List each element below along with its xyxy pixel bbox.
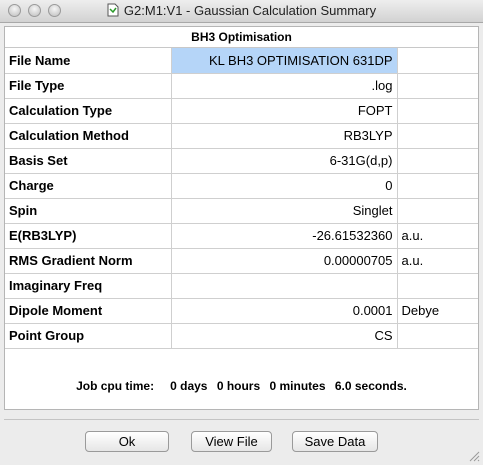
table-row: File Name KL BH3 OPTIMISATION 631DP xyxy=(5,48,478,74)
row-value[interactable]: Singlet xyxy=(171,198,398,224)
table-row: Basis Set 6-31G(d,p) xyxy=(5,148,478,174)
row-label: RMS Gradient Norm xyxy=(5,248,172,274)
view-file-button[interactable]: View File xyxy=(191,431,272,452)
table-row: Spin Singlet xyxy=(5,198,478,224)
row-label: Calculation Method xyxy=(5,123,172,149)
row-unit xyxy=(397,48,478,74)
row-unit xyxy=(397,323,478,349)
row-label: Calculation Type xyxy=(5,98,172,124)
row-label: Point Group xyxy=(5,323,172,349)
row-value[interactable]: 0.0001 xyxy=(171,298,398,324)
table-row: Point Group CS xyxy=(5,323,478,349)
row-value[interactable]: 6-31G(d,p) xyxy=(171,148,398,174)
file-name-value[interactable]: KL BH3 OPTIMISATION 631DP xyxy=(171,48,398,74)
cpu-time-line: Job cpu time: 0 days 0 hours 0 minutes 6… xyxy=(5,379,478,393)
row-label: File Type xyxy=(5,73,172,99)
summary-table: File Name KL BH3 OPTIMISATION 631DP File… xyxy=(5,48,478,349)
row-label: Imaginary Freq xyxy=(5,273,172,299)
row-label: Spin xyxy=(5,198,172,224)
window-title: G2:M1:V1 - Gaussian Calculation Summary xyxy=(123,3,377,18)
cpu-minutes: 0 minutes xyxy=(269,379,326,393)
document-icon xyxy=(107,3,119,17)
row-label: E(RB3LYP) xyxy=(5,223,172,249)
resize-grip-icon[interactable] xyxy=(468,450,480,462)
row-unit xyxy=(397,123,478,149)
table-row: Calculation Method RB3LYP xyxy=(5,123,478,149)
row-value[interactable]: CS xyxy=(171,323,398,349)
row-value[interactable]: .log xyxy=(171,73,398,99)
row-value[interactable]: 0.00000705 xyxy=(171,248,398,274)
table-row: RMS Gradient Norm 0.00000705 a.u. xyxy=(5,248,478,274)
row-value[interactable]: -26.61532360 xyxy=(171,223,398,249)
row-value[interactable]: 0 xyxy=(171,173,398,199)
divider xyxy=(4,419,479,420)
row-unit: Debye xyxy=(397,298,478,324)
row-unit xyxy=(397,273,478,299)
row-unit xyxy=(397,73,478,99)
table-row: Charge 0 xyxy=(5,173,478,199)
table-row: Calculation Type FOPT xyxy=(5,98,478,124)
row-value[interactable]: RB3LYP xyxy=(171,123,398,149)
summary-panel: BH3 Optimisation File Name KL BH3 OPTIMI… xyxy=(4,26,479,410)
window-title-group: G2:M1:V1 - Gaussian Calculation Summary xyxy=(0,3,483,18)
table-row: File Type .log xyxy=(5,73,478,99)
row-label: Charge xyxy=(5,173,172,199)
ok-button[interactable]: Ok xyxy=(85,431,169,452)
cpu-time-label: Job cpu time: xyxy=(76,379,155,393)
table-row: Imaginary Freq xyxy=(5,273,478,299)
row-unit xyxy=(397,148,478,174)
row-value[interactable] xyxy=(171,273,398,299)
row-unit: a.u. xyxy=(397,248,478,274)
cpu-days: 0 days xyxy=(170,379,208,393)
row-label: Dipole Moment xyxy=(5,298,172,324)
cpu-seconds: 6.0 seconds. xyxy=(334,379,407,393)
row-unit xyxy=(397,198,478,224)
save-data-button[interactable]: Save Data xyxy=(292,431,378,452)
cpu-hours: 0 hours xyxy=(216,379,261,393)
row-label: File Name xyxy=(5,48,172,74)
row-unit: a.u. xyxy=(397,223,478,249)
row-unit xyxy=(397,173,478,199)
title-bar[interactable]: G2:M1:V1 - Gaussian Calculation Summary xyxy=(0,0,483,23)
summary-window: G2:M1:V1 - Gaussian Calculation Summary … xyxy=(0,0,483,465)
row-label: Basis Set xyxy=(5,148,172,174)
row-unit xyxy=(397,98,478,124)
table-row: Dipole Moment 0.0001 Debye xyxy=(5,298,478,324)
table-row: E(RB3LYP) -26.61532360 a.u. xyxy=(5,223,478,249)
job-title: BH3 Optimisation xyxy=(5,27,478,48)
row-value[interactable]: FOPT xyxy=(171,98,398,124)
